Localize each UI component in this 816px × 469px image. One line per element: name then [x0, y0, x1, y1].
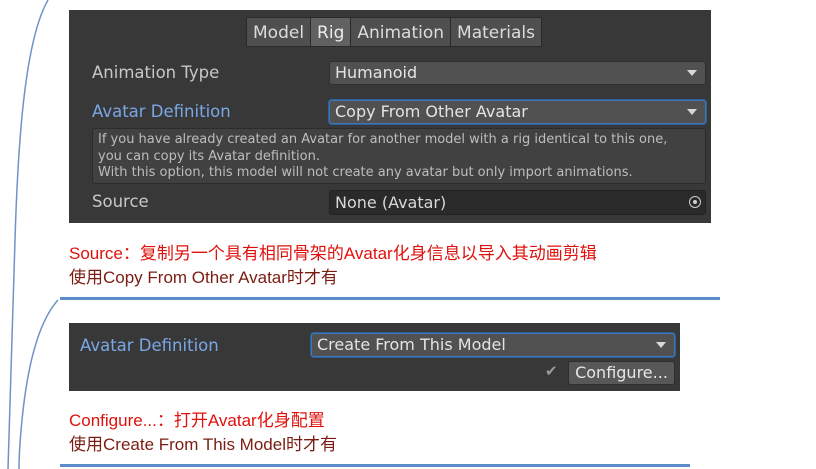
- animation-type-value: Humanoid: [335, 63, 418, 82]
- animation-type-dropdown[interactable]: Humanoid: [329, 61, 706, 85]
- source-value: None (Avatar): [335, 193, 447, 212]
- avatar-definition-value: Copy From Other Avatar: [335, 102, 528, 121]
- source-note-line-1: Source：复制另一个具有相同骨架的Avatar化身信息以导入其动画剪辑: [69, 243, 597, 265]
- dropdown-arrow-icon: [656, 342, 666, 348]
- help-text-line: If you have already created an Avatar fo…: [98, 132, 668, 147]
- section-divider: [60, 297, 720, 300]
- import-settings-tabs: Model Rig Animation Materials: [246, 17, 542, 47]
- object-picker-icon[interactable]: [689, 196, 701, 208]
- tab-materials[interactable]: Materials: [450, 17, 542, 47]
- help-text-line: you can copy its Avatar definition.: [98, 148, 320, 164]
- avatar-definition-dropdown[interactable]: Copy From Other Avatar: [329, 100, 706, 124]
- source-object-field[interactable]: None (Avatar): [329, 190, 706, 215]
- source-note-term: Source: [69, 244, 123, 263]
- configure-note-line-1: Configure...：打开Avatar化身配置: [69, 410, 325, 432]
- rig-inspector-panel: Model Rig Animation Materials Animation …: [69, 10, 711, 223]
- configure-note-description: 打开Avatar化身配置: [173, 411, 325, 430]
- configure-note-separator: ：: [156, 411, 174, 430]
- section-divider: [60, 464, 690, 467]
- avatar-config-panel: Avatar Definition Create From This Model…: [69, 323, 680, 391]
- avatar-help-box: If you have already created an Avatar fo…: [92, 128, 706, 184]
- tab-rig[interactable]: Rig: [310, 17, 352, 47]
- configure-note-line-2: 使用Create From This Model时才有: [69, 435, 337, 454]
- configure-button[interactable]: Configure...: [568, 361, 675, 385]
- avatar-definition-label: Avatar Definition: [80, 336, 219, 355]
- configure-note-term: Configure...: [69, 411, 157, 430]
- dropdown-arrow-icon: [687, 70, 697, 76]
- help-text-line: With this option, this model will not cr…: [98, 165, 633, 180]
- animation-type-label: Animation Type: [92, 63, 220, 82]
- tab-animation[interactable]: Animation: [350, 17, 452, 47]
- checkmark-icon: ✔: [545, 362, 558, 380]
- source-note-line-2: 使用Copy From Other Avatar时才有: [69, 268, 338, 287]
- avatar-definition-dropdown[interactable]: Create From This Model: [311, 333, 675, 357]
- source-note-separator: ：: [122, 244, 140, 263]
- source-note-description: 复制另一个具有相同骨架的Avatar化身信息以导入其动画剪辑: [139, 244, 597, 263]
- dropdown-arrow-icon: [687, 109, 697, 115]
- avatar-definition-value: Create From This Model: [317, 335, 506, 354]
- avatar-definition-label: Avatar Definition: [92, 102, 231, 121]
- source-label: Source: [92, 192, 149, 211]
- tab-model[interactable]: Model: [246, 17, 312, 47]
